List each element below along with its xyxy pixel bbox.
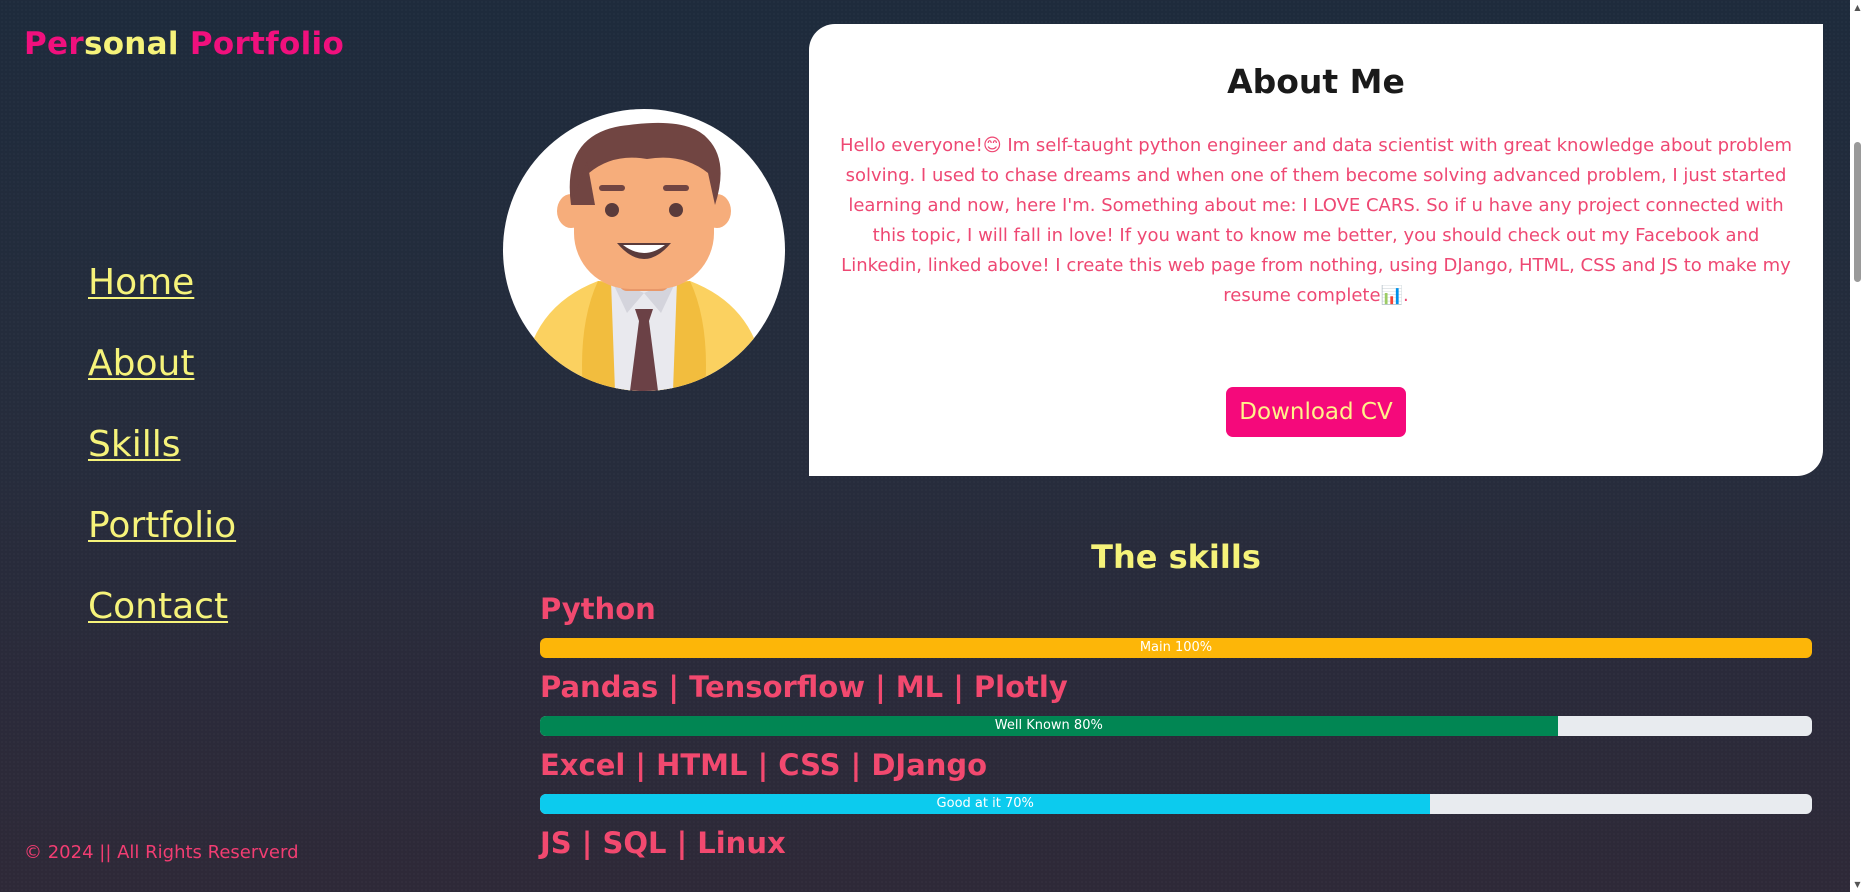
brand-part-3: Portfolio bbox=[178, 26, 345, 62]
scrollbar-thumb[interactable] bbox=[1854, 142, 1861, 282]
skill-name-excel: Excel | HTML | CSS | DJango bbox=[540, 748, 988, 782]
nav-link-contact[interactable]: Contact bbox=[88, 586, 228, 627]
skill-name-js: JS | SQL | Linux bbox=[540, 826, 786, 860]
profile-avatar bbox=[503, 109, 785, 391]
download-cv-button[interactable]: Download CV bbox=[1226, 387, 1406, 437]
nav-item-skills: Skills bbox=[88, 424, 236, 505]
nav-link-about[interactable]: About bbox=[88, 343, 194, 384]
skill-progress-fill-python: Main 100% bbox=[540, 638, 1812, 658]
scroll-down-arrow-icon[interactable]: ▼ bbox=[1850, 877, 1865, 892]
skill-progress-bar-excel: Good at it 70% bbox=[540, 794, 1812, 814]
brand-part-1: Per bbox=[24, 26, 84, 62]
skills-title: The skills bbox=[1091, 538, 1261, 576]
about-card: About Me Hello everyone!😊 Im self-taught… bbox=[809, 24, 1823, 476]
about-text: Hello everyone!😊 Im self-taught python e… bbox=[839, 135, 1793, 306]
skill-progress-bar-python: Main 100% bbox=[540, 638, 1812, 658]
brand-part-2: sonal bbox=[83, 26, 179, 62]
copyright-footer: © 2024 || All Rights Reserverd bbox=[24, 842, 299, 863]
nav-link-home[interactable]: Home bbox=[88, 262, 194, 303]
skill-progress-fill-pandas: Well Known 80% bbox=[540, 716, 1558, 736]
site-logo[interactable]: Personal Portfolio bbox=[24, 26, 344, 62]
vertical-scrollbar[interactable]: ▲ ▼ bbox=[1850, 0, 1865, 892]
main-nav: Home About Skills Portfolio Contact bbox=[88, 262, 236, 667]
skill-name-pandas: Pandas | Tensorflow | ML | Plotly bbox=[540, 670, 1068, 704]
about-title: About Me bbox=[1227, 62, 1405, 101]
nav-item-contact: Contact bbox=[88, 586, 236, 667]
businessman-avatar-icon bbox=[523, 122, 765, 391]
skill-progress-bar-pandas: Well Known 80% bbox=[540, 716, 1812, 736]
nav-item-home: Home bbox=[88, 262, 236, 343]
scroll-up-arrow-icon[interactable]: ▲ bbox=[1850, 0, 1865, 15]
nav-item-about: About bbox=[88, 343, 236, 424]
skill-progress-fill-excel: Good at it 70% bbox=[540, 794, 1431, 814]
nav-link-skills[interactable]: Skills bbox=[88, 424, 180, 465]
skill-name-python: Python bbox=[540, 592, 656, 626]
